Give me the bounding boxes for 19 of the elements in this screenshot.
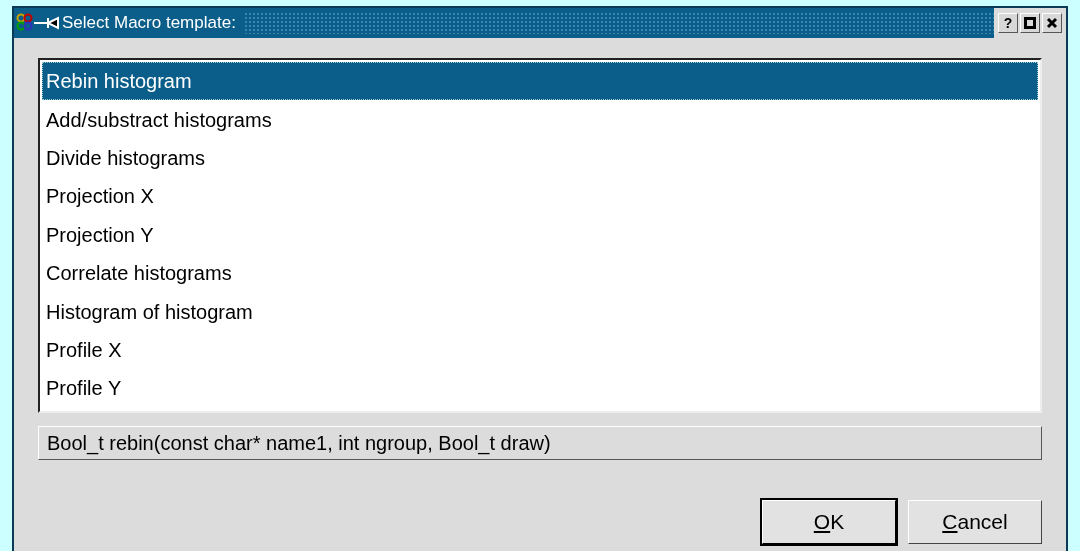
maximize-button[interactable]	[1020, 13, 1040, 33]
list-item[interactable]: Divide histograms	[42, 138, 1038, 178]
list-item[interactable]: Profile Y	[42, 369, 1038, 408]
list-item[interactable]: Profile X	[42, 330, 1038, 370]
list-item[interactable]: Projection Y	[42, 215, 1038, 254]
window-title: Select Macro template:	[62, 12, 236, 35]
signature-field: Bool_t rebin(const char* name1, int ngroup, Bool_t draw)	[38, 426, 1042, 460]
list-item[interactable]: Correlate histograms	[42, 253, 1038, 293]
list-item[interactable]: Histogram of histogram	[42, 292, 1038, 331]
list-item[interactable]: Rebin histogram	[42, 62, 1038, 101]
maximize-icon	[1024, 17, 1036, 29]
list-item[interactable]: Projection X	[42, 177, 1038, 216]
list-item[interactable]: Add/substract histograms	[42, 100, 1038, 139]
dialog-button[interactable]: Cancel	[908, 500, 1042, 544]
app-icon	[16, 13, 60, 33]
close-button[interactable]	[1042, 13, 1062, 33]
close-icon	[1046, 17, 1058, 29]
dialog-button[interactable]: OK	[762, 500, 896, 544]
help-button[interactable]: ?	[998, 13, 1018, 33]
